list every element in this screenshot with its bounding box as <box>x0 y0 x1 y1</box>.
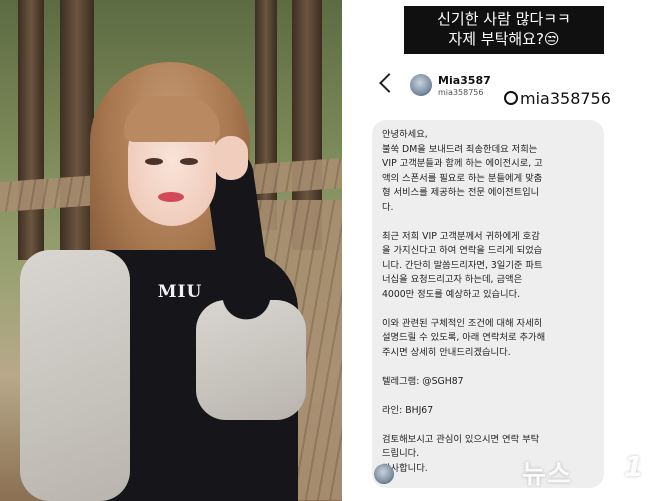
eye <box>145 158 163 165</box>
bangs <box>124 96 220 142</box>
message-line <box>382 418 594 433</box>
message-line <box>382 360 594 375</box>
message-line: 불쑥 DM을 보내드려 죄송한데요 저희는 <box>382 143 538 155</box>
message-line <box>382 215 594 230</box>
sender-avatar <box>374 464 394 484</box>
message-line: 텔레그램: @SGH87 <box>382 375 464 387</box>
message-line: 액의 스폰서를 필요로 하는 분들에게 맞춤 <box>382 172 543 184</box>
caption-line-2: 자제 부탁해요?😒 <box>448 30 560 48</box>
message-line: 설명드릴 수 있도록, 아래 연락처로 추가해 <box>382 332 546 343</box>
message-line: 형 서비스를 제공하는 전문 에이전트입니 <box>382 187 540 198</box>
message-line <box>382 302 594 317</box>
lips <box>158 192 184 202</box>
message-line: 이와 관련된 구체적인 조건에 대해 자세히 <box>382 317 543 329</box>
message-line: 라인: BHJ67 <box>382 404 434 416</box>
message-bubble: 안녕하세요, 불쑥 DM을 보내드려 죄송한데요 저희는 VIP 고객분들과 함께 … <box>372 120 604 488</box>
eye <box>180 158 198 165</box>
message-line: 안녕하세요, <box>382 129 428 140</box>
threads-handle-tag: mia358756 <box>498 86 617 112</box>
message-line: 니다. 간단히 말씀드리자면, 3일기준 파트 <box>382 259 543 271</box>
tree-trunk <box>18 0 44 260</box>
gray-sweater <box>20 250 130 501</box>
threads-handle-text: mia358756 <box>520 89 611 108</box>
message-line: 4000만 정도를 예상하고 있습니다. <box>382 288 521 300</box>
message-line: 최근 저희 VIP 고객분께서 귀하에게 호감 <box>382 230 540 242</box>
story-panel: 신기한 사람 많다ㅋㅋ 자제 부탁해요?😒 Mia3587 mia358756 … <box>348 0 658 501</box>
shirt-logo: MIU <box>157 282 203 302</box>
message-line: 을 가지신다고 하여 연락을 드리게 되었습 <box>382 245 543 256</box>
message-line <box>382 389 594 404</box>
message-line: 다. <box>382 201 394 213</box>
tree-trunk <box>255 0 277 230</box>
profile-photo: MIU <box>0 0 342 501</box>
watermark-number: 1 <box>624 450 644 483</box>
watermark-text: 뉴스 <box>522 460 572 490</box>
message-line: 너십을 요청드리고자 하는데, 금액은 <box>382 274 523 285</box>
news1-watermark: 뉴스 1 <box>516 444 654 494</box>
hand <box>214 136 248 180</box>
dm-handle: mia358756 <box>438 88 484 97</box>
dm-username[interactable]: Mia3587 <box>438 74 491 87</box>
threads-icon <box>504 91 518 105</box>
caption-line-1: 신기한 사람 많다ㅋㅋ <box>437 10 571 28</box>
back-arrow-icon[interactable] <box>379 73 399 93</box>
story-caption: 신기한 사람 많다ㅋㅋ 자제 부탁해요?😒 <box>404 6 604 54</box>
message-line: 주시면 상세히 안내드리겠습니다. <box>382 346 511 358</box>
avatar[interactable] <box>410 74 432 96</box>
message-line: VIP 고객분들과 함께 하는 에이전시로, 고 <box>382 158 543 169</box>
